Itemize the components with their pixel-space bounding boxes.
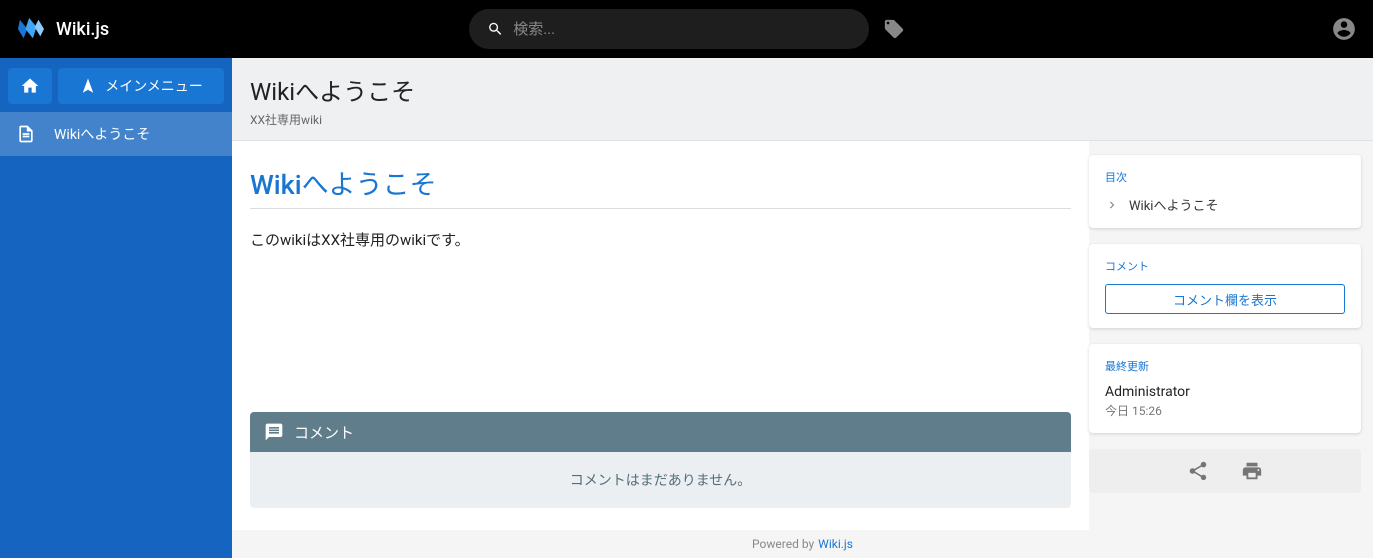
article-body: このwikiはXX社専用のwikiです。 (250, 229, 1071, 250)
sidebar-item-label: Wikiへようこそ (54, 124, 150, 144)
print-icon[interactable] (1241, 460, 1263, 482)
last-updated-card: 最終更新 Administrator 今日 15:26 (1089, 344, 1361, 433)
footer-link[interactable]: Wiki.js (818, 537, 853, 551)
show-comments-button[interactable]: コメント欄を表示 (1105, 284, 1345, 314)
toc-label: 目次 (1105, 169, 1345, 185)
search-icon (487, 20, 504, 38)
main-menu-button[interactable]: メインメニュー (58, 68, 224, 104)
navigation-icon (79, 77, 97, 95)
right-rail: 目次 Wikiへようこそ コメント コメント欄を表示 最終更新 Administ… (1089, 141, 1373, 530)
comments-label: コメント (294, 422, 354, 443)
comments-empty: コメントはまだありません。 (250, 452, 1071, 508)
sidebar: メインメニュー Wikiへようこそ (0, 58, 232, 558)
home-button[interactable] (8, 68, 52, 104)
comments-card: コメント コメント欄を表示 (1089, 244, 1361, 328)
tags-icon[interactable] (883, 18, 905, 40)
comments-card-label: コメント (1105, 258, 1345, 274)
app-header: Wiki.js (0, 0, 1373, 58)
toc-card: 目次 Wikiへようこそ (1089, 155, 1361, 228)
article-heading: Wikiへようこそ (250, 163, 1071, 209)
updated-time: 今日 15:26 (1105, 402, 1345, 419)
wikijs-logo-icon (16, 16, 46, 42)
app-name: Wiki.js (56, 19, 109, 40)
share-icon[interactable] (1187, 460, 1209, 482)
search-box[interactable] (469, 9, 869, 49)
last-updated-label: 最終更新 (1105, 358, 1345, 374)
account-icon[interactable] (1331, 16, 1357, 42)
comments-section: コメント コメントはまだありません。 (250, 412, 1071, 508)
action-bar (1089, 449, 1361, 493)
page-header: Wikiへようこそ XX社専用wiki (232, 58, 1373, 141)
footer: Powered by Wiki.js (232, 530, 1373, 558)
article: Wikiへようこそ このwikiはXX社専用のwikiです。 コメント コメント… (232, 141, 1089, 530)
toc-item-label: Wikiへようこそ (1129, 195, 1218, 214)
logo-area[interactable]: Wiki.js (16, 16, 109, 42)
search-input[interactable] (513, 20, 850, 38)
editor-name: Administrator (1105, 384, 1345, 400)
footer-text: Powered by (752, 537, 814, 551)
page-title: Wikiへようこそ (250, 72, 1355, 107)
home-icon (20, 76, 40, 96)
comment-icon (264, 422, 284, 442)
sidebar-item-welcome[interactable]: Wikiへようこそ (0, 112, 232, 156)
page-icon (16, 124, 36, 144)
main-menu-label: メインメニュー (105, 76, 203, 96)
page-subtitle: XX社専用wiki (250, 111, 1355, 128)
chevron-right-icon (1105, 198, 1119, 212)
toc-item[interactable]: Wikiへようこそ (1105, 195, 1345, 214)
